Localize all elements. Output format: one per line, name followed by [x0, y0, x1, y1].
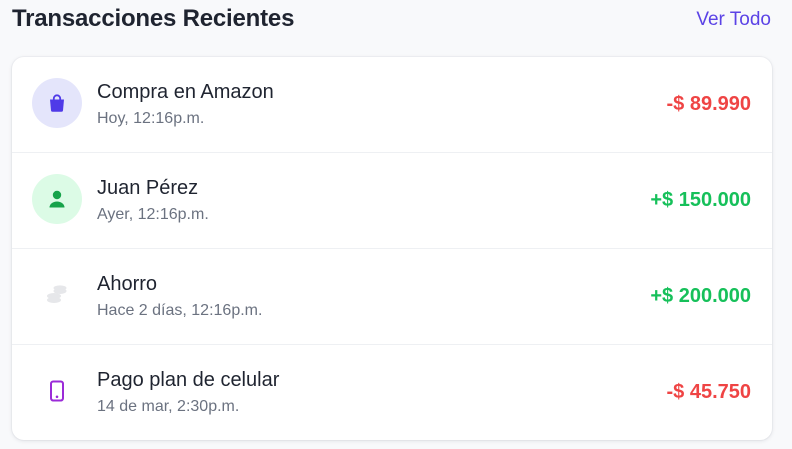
transaction-name: Ahorro: [97, 273, 158, 295]
transaction-amount: +$ 200.000: [650, 285, 751, 307]
transactions-header: Transacciones Recientes Ver Todo: [0, 0, 792, 40]
page-title: Transacciones Recientes: [12, 5, 295, 32]
transaction-name: Juan Pérez: [97, 177, 199, 199]
transactions-card: Compra en Amazon Hoy, 12:16p.m. -$ 89.99…: [12, 57, 772, 440]
transaction-time: 14 de mar, 2:30p.m.: [97, 398, 240, 415]
transaction-row[interactable]: Ahorro Hace 2 días, 12:16p.m. +$ 200.000: [12, 249, 772, 345]
transaction-name: Pago plan de celular: [97, 369, 280, 391]
see-all-link[interactable]: Ver Todo: [696, 9, 771, 31]
transaction-name: Compra en Amazon: [97, 81, 274, 103]
transaction-time: Ayer, 12:16p.m.: [97, 206, 209, 223]
coins-icon: [32, 270, 82, 320]
transaction-row[interactable]: Compra en Amazon Hoy, 12:16p.m. -$ 89.99…: [12, 57, 772, 153]
mobile-phone-icon: [32, 366, 82, 416]
transaction-row[interactable]: Pago plan de celular 14 de mar, 2:30p.m.…: [12, 345, 772, 440]
user-icon: [32, 174, 82, 224]
transaction-amount: -$ 45.750: [666, 381, 751, 403]
transaction-amount: -$ 89.990: [666, 93, 751, 115]
transaction-time: Hoy, 12:16p.m.: [97, 110, 205, 127]
shopping-bag-icon: [32, 78, 82, 128]
transaction-row[interactable]: Juan Pérez Ayer, 12:16p.m. +$ 150.000: [12, 153, 772, 249]
transaction-time: Hace 2 días, 12:16p.m.: [97, 302, 263, 319]
transaction-amount: +$ 150.000: [650, 189, 751, 211]
